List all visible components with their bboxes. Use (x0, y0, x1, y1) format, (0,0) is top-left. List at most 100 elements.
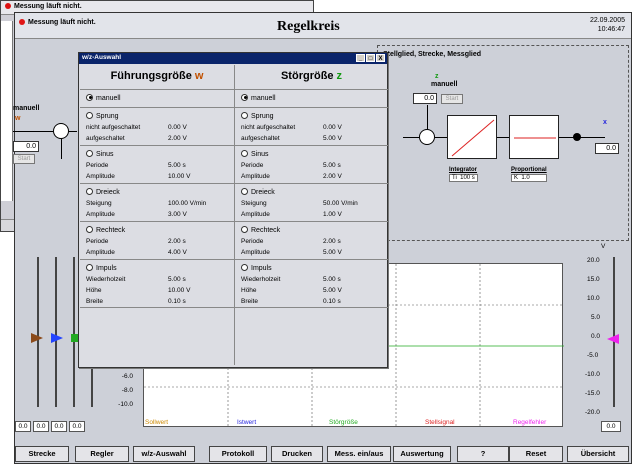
parameter-value[interactable]: 5.00 s (168, 274, 186, 285)
status-dot-icon (5, 3, 11, 10)
parameter-value[interactable]: 4.00 V (168, 247, 187, 258)
slider-track-x[interactable] (55, 257, 57, 407)
reset-button[interactable]: Reset (509, 446, 563, 462)
auswertung-button[interactable]: Auswertung (393, 446, 451, 462)
parameter-row: Breite 0.10 s (86, 296, 228, 307)
slider-handle-e-icon[interactable] (607, 334, 619, 344)
slider-track-w[interactable] (37, 257, 39, 407)
dialog-titlebar: w/z-Auswahl _ □ X (79, 53, 387, 64)
wz-selection-dialog: w/z-Auswahl _ □ X Führungsgröße w manuell Spr… (78, 52, 388, 368)
signal-radio-option[interactable]: Sinus (241, 149, 382, 160)
parameter-value[interactable]: 10.00 V (168, 285, 190, 296)
readout-w: 0.0 (15, 421, 31, 432)
parameter-value[interactable]: 2.00 V (323, 171, 342, 182)
summing-junction-z (419, 129, 435, 145)
parameter-value[interactable]: 0.10 s (168, 296, 186, 307)
radio-button-icon[interactable] (86, 149, 93, 157)
w-start-button[interactable]: Start (13, 154, 35, 164)
signal-radio-option[interactable]: Impuls (241, 263, 382, 274)
radio-label: Sprung (96, 113, 119, 120)
close-icon[interactable]: X (376, 54, 385, 62)
parameter-value[interactable]: 0.00 V (323, 122, 342, 133)
signal-radio-option[interactable]: Sprung (86, 111, 228, 122)
parameter-label: Periode (86, 238, 109, 245)
parameter-value[interactable]: 5.00 s (168, 160, 186, 171)
parameter-value[interactable]: 100.00 V/min (168, 198, 206, 209)
parameter-value[interactable]: 5.00 s (323, 274, 341, 285)
maximize-icon[interactable]: □ (366, 54, 375, 62)
signal-radio-option[interactable]: Sprung (241, 111, 382, 122)
slider-handle-x-icon[interactable] (51, 333, 63, 343)
status-text: Messung läuft nicht. (28, 19, 96, 26)
parameter-label: Amplitude (86, 249, 115, 256)
uebersicht-button[interactable]: Übersicht (567, 446, 629, 462)
radio-button-icon[interactable] (86, 111, 93, 119)
parameter-value[interactable]: 5.00 s (323, 160, 341, 171)
signal-radio-option[interactable]: Dreieck (241, 187, 382, 198)
parameter-label: nicht aufgeschaltet (241, 124, 296, 131)
signal-radio-option[interactable]: Sinus (86, 149, 228, 160)
w-symbol: w (15, 115, 21, 122)
signal-radio-option[interactable]: Rechteck (241, 225, 382, 236)
parameter-label: Periode (241, 162, 264, 169)
parameter-value[interactable]: 2.00 s (323, 236, 341, 247)
slider-track-e[interactable] (613, 257, 615, 407)
signal-radio-option[interactable]: Rechteck (86, 225, 228, 236)
slider-handle-w-icon[interactable] (31, 333, 43, 343)
parameter-value[interactable]: 5.00 V (323, 133, 342, 144)
parameter-value[interactable]: 50.00 V/min (323, 198, 358, 209)
parameter-label: Höhe (86, 287, 102, 294)
proportional-block[interactable] (509, 115, 559, 159)
radio-label: manuell (251, 95, 276, 102)
radio-label: Dreieck (96, 189, 120, 196)
parameter-value[interactable]: 2.00 s (168, 236, 186, 247)
parameter-row: Periode 2.00 s (241, 236, 382, 247)
radio-button-icon[interactable] (86, 187, 93, 195)
minimize-icon[interactable]: _ (356, 54, 365, 62)
parameter-value[interactable]: 2.00 V (168, 133, 187, 144)
integrator-block[interactable] (447, 115, 497, 159)
mess-button[interactable]: Mess. ein/aus (327, 446, 391, 462)
signal-radio-option[interactable]: Dreieck (86, 187, 228, 198)
signal-section: Impuls Wiederholzeit 5.00 s Höhe 5.00 V Breit… (235, 260, 388, 308)
signal-radio-option[interactable]: manuell (241, 93, 382, 104)
radio-button-icon[interactable] (241, 187, 248, 195)
parameter-value[interactable]: 10.00 V (168, 171, 190, 182)
protokoll-button[interactable]: Protokoll (209, 446, 267, 462)
radio-button-icon[interactable] (86, 93, 93, 101)
right-tick-5: 0.0 (591, 333, 601, 340)
drucken-button[interactable]: Drucken (271, 446, 323, 462)
error-line (69, 131, 77, 132)
parameter-value[interactable]: 1.00 V (323, 209, 342, 220)
parameter-value[interactable]: 3.00 V (168, 209, 187, 220)
parameter-value[interactable]: 0.00 V (168, 122, 187, 133)
parameter-value[interactable]: 0.10 s (323, 296, 341, 307)
parameter-value[interactable]: 5.00 V (323, 247, 342, 258)
signal-radio-option[interactable]: manuell (86, 93, 228, 104)
output-line (559, 137, 605, 138)
regler-button[interactable]: Regler (75, 446, 129, 462)
parameter-value[interactable]: 5.00 V (323, 285, 342, 296)
wz-auswahl-button[interactable]: w/z-Auswahl (133, 446, 195, 462)
signal-radio-option[interactable]: Impuls (86, 263, 228, 274)
parameter-label: nicht aufgeschaltet (86, 124, 141, 131)
slider-track-z[interactable] (73, 257, 75, 407)
radio-button-icon[interactable] (241, 263, 248, 271)
radio-button-icon[interactable] (86, 225, 93, 233)
z-start-button[interactable]: Start (441, 94, 463, 104)
z-value-field[interactable]: 0.0 (413, 93, 437, 104)
radio-button-icon[interactable] (241, 149, 248, 157)
z-mode-label: manuell (431, 81, 458, 88)
parameter-row: Steigung 50.00 V/min (241, 198, 382, 209)
radio-button-icon[interactable] (241, 225, 248, 233)
radio-button-icon[interactable] (241, 93, 248, 101)
parameter-row: Periode 5.00 s (241, 160, 382, 171)
radio-button-icon[interactable] (86, 263, 93, 271)
dialog-title: w/z-Auswahl (82, 54, 122, 61)
right-unit: V (601, 243, 606, 250)
help-button[interactable]: ? (457, 446, 509, 462)
strecke-button[interactable]: Strecke (15, 446, 69, 462)
parameter-label: Amplitude (86, 211, 115, 218)
w-value-field[interactable]: 0.0 (13, 141, 39, 152)
radio-button-icon[interactable] (241, 111, 248, 119)
